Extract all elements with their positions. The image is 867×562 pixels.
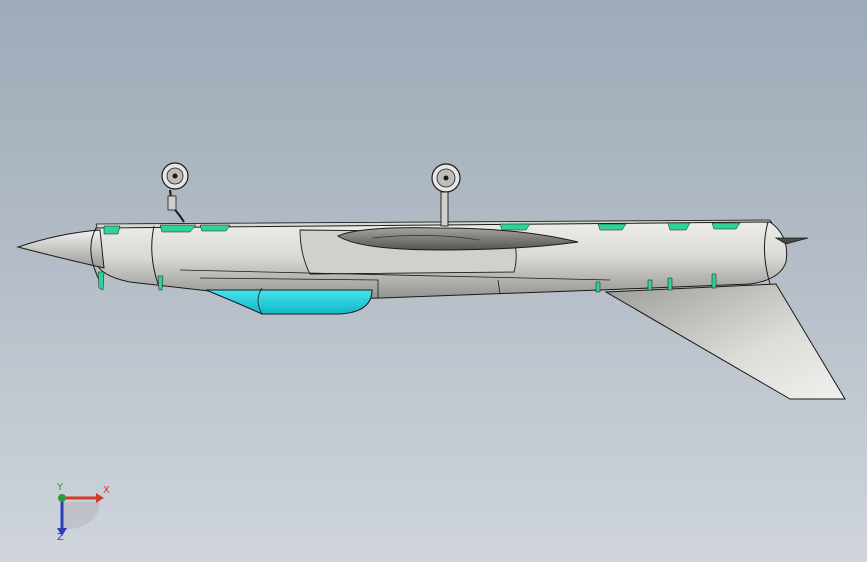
- reference-triad: X Y Z: [40, 480, 120, 550]
- wing: [604, 283, 846, 400]
- axis-y-label: Y: [57, 482, 64, 493]
- main-gear: [431, 163, 461, 227]
- graphics-viewport[interactable]: X Y Z: [0, 0, 867, 562]
- ventral-pod: [205, 289, 373, 315]
- nose-gear: [161, 162, 189, 223]
- axis-x-label: X: [103, 485, 110, 496]
- axis-z-label: Z: [57, 532, 64, 543]
- aircraft-model[interactable]: [0, 0, 867, 562]
